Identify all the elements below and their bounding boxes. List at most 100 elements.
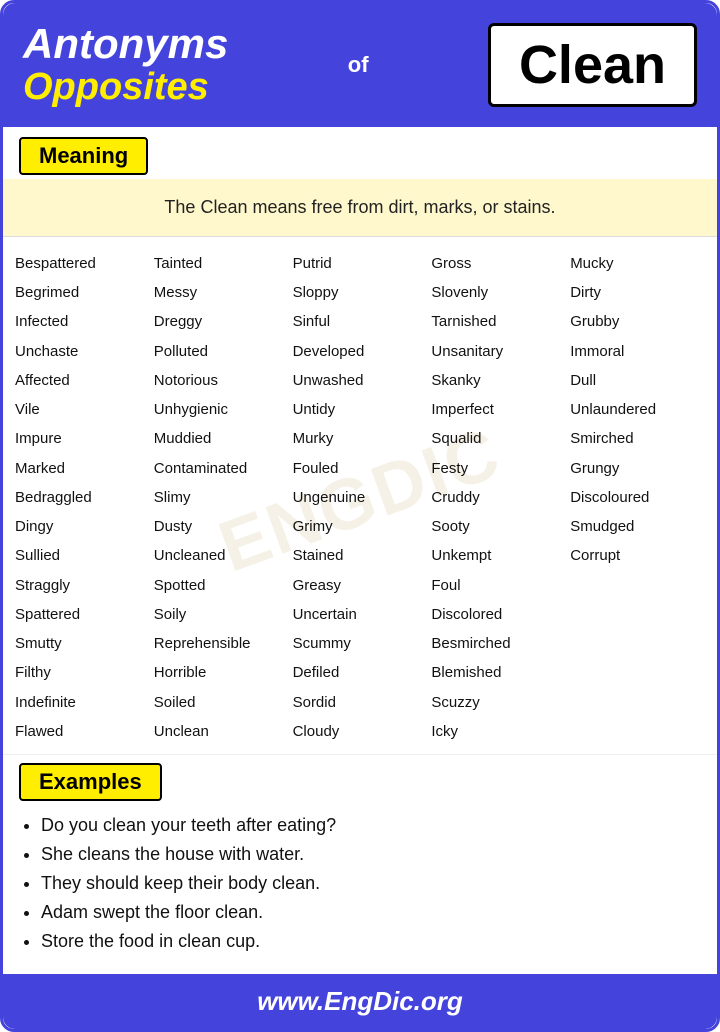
header-title2: Opposites <box>23 67 228 109</box>
word-col-2: TaintedMessyDreggyPollutedNotoriousUnhyg… <box>152 249 291 746</box>
word-item: Bedraggled <box>13 483 152 512</box>
header-word-box: Clean <box>488 23 697 107</box>
examples-label-row: Examples <box>3 754 717 805</box>
header-title1: Antonyms <box>23 21 228 67</box>
word-item: Uncleaned <box>152 541 291 570</box>
word-item: Developed <box>291 337 430 366</box>
example-item: Store the food in clean cup. <box>41 931 697 952</box>
word-item: Unsanitary <box>429 337 568 366</box>
word-item: Corrupt <box>568 541 707 570</box>
word-item: Imperfect <box>429 395 568 424</box>
word-item: Cloudy <box>291 717 430 746</box>
word-item: Horrible <box>152 658 291 687</box>
word-item: Dingy <box>13 512 152 541</box>
word-col-4: GrossSlovenlyTarnishedUnsanitarySkankyIm… <box>429 249 568 746</box>
word-item: Unchaste <box>13 337 152 366</box>
word-item: Contaminated <box>152 454 291 483</box>
meaning-label: Meaning <box>19 137 148 175</box>
word-item: Squalid <box>429 424 568 453</box>
word-item: Skanky <box>429 366 568 395</box>
word-item: Unwashed <box>291 366 430 395</box>
word-item: Sloppy <box>291 278 430 307</box>
word-item: Tainted <box>152 249 291 278</box>
word-item: Scummy <box>291 629 430 658</box>
word-item: Spotted <box>152 571 291 600</box>
word-item: Grungy <box>568 454 707 483</box>
word-item: Messy <box>152 278 291 307</box>
meaning-label-row: Meaning <box>3 127 717 179</box>
word-item: Tarnished <box>429 307 568 336</box>
header-word: Clean <box>519 34 666 96</box>
word-item: Muddied <box>152 424 291 453</box>
word-item: Dusty <box>152 512 291 541</box>
word-item: Discoloured <box>568 483 707 512</box>
word-col-5: MuckyDirtyGrubbyImmoralDullUnlaunderedSm… <box>568 249 707 746</box>
word-item: Dull <box>568 366 707 395</box>
footer: www.EngDic.org <box>3 974 717 1029</box>
word-grid-container: ENGDIC BespatteredBegrimedInfectedUnchas… <box>3 245 717 754</box>
word-item: Bespattered <box>13 249 152 278</box>
word-item: Stained <box>291 541 430 570</box>
word-item: Polluted <box>152 337 291 366</box>
word-item: Soiled <box>152 688 291 717</box>
example-item: Adam swept the floor clean. <box>41 902 697 923</box>
word-item: Dreggy <box>152 307 291 336</box>
word-item: Murky <box>291 424 430 453</box>
word-item: Sullied <box>13 541 152 570</box>
word-item: Marked <box>13 454 152 483</box>
example-item: They should keep their body clean. <box>41 873 697 894</box>
word-item: Sooty <box>429 512 568 541</box>
word-item: Unclean <box>152 717 291 746</box>
word-item: Unkempt <box>429 541 568 570</box>
word-item: Dirty <box>568 278 707 307</box>
word-item: Uncertain <box>291 600 430 629</box>
word-item: Festy <box>429 454 568 483</box>
meaning-text: The Clean means free from dirt, marks, o… <box>3 179 717 237</box>
word-item: Discolored <box>429 600 568 629</box>
word-item: Begrimed <box>13 278 152 307</box>
example-item: She cleans the house with water. <box>41 844 697 865</box>
word-item: Unlaundered <box>568 395 707 424</box>
word-item: Foul <box>429 571 568 600</box>
word-item: Affected <box>13 366 152 395</box>
word-item: Ungenuine <box>291 483 430 512</box>
word-item: Greasy <box>291 571 430 600</box>
word-item: Besmirched <box>429 629 568 658</box>
word-item: Flawed <box>13 717 152 746</box>
word-grid: BespatteredBegrimedInfectedUnchasteAffec… <box>13 249 707 746</box>
word-item: Slimy <box>152 483 291 512</box>
word-item: Spattered <box>13 600 152 629</box>
word-item: Smirched <box>568 424 707 453</box>
footer-url: www.EngDic.org <box>257 986 463 1016</box>
example-item: Do you clean your teeth after eating? <box>41 815 697 836</box>
word-item: Sinful <box>291 307 430 336</box>
word-item: Smudged <box>568 512 707 541</box>
word-item: Fouled <box>291 454 430 483</box>
word-item: Filthy <box>13 658 152 687</box>
word-item: Indefinite <box>13 688 152 717</box>
word-item: Vile <box>13 395 152 424</box>
examples-label: Examples <box>19 763 162 801</box>
word-col-3: PutridSloppySinfulDevelopedUnwashedUntid… <box>291 249 430 746</box>
examples-list: Do you clean your teeth after eating? She… <box>3 805 717 974</box>
word-item: Sordid <box>291 688 430 717</box>
word-item: Grubby <box>568 307 707 336</box>
word-item: Icky <box>429 717 568 746</box>
word-item: Gross <box>429 249 568 278</box>
word-item: Smutty <box>13 629 152 658</box>
word-item: Scuzzy <box>429 688 568 717</box>
word-item: Untidy <box>291 395 430 424</box>
word-item: Defiled <box>291 658 430 687</box>
word-col-1: BespatteredBegrimedInfectedUnchasteAffec… <box>13 249 152 746</box>
word-item: Grimy <box>291 512 430 541</box>
word-item: Putrid <box>291 249 430 278</box>
word-item: Infected <box>13 307 152 336</box>
word-item: Reprehensible <box>152 629 291 658</box>
word-item: Blemished <box>429 658 568 687</box>
word-item: Mucky <box>568 249 707 278</box>
header-of-label: of <box>348 52 369 78</box>
word-item: Straggly <box>13 571 152 600</box>
header-left: Antonyms Opposites <box>23 21 228 109</box>
word-item: Slovenly <box>429 278 568 307</box>
word-item: Soily <box>152 600 291 629</box>
